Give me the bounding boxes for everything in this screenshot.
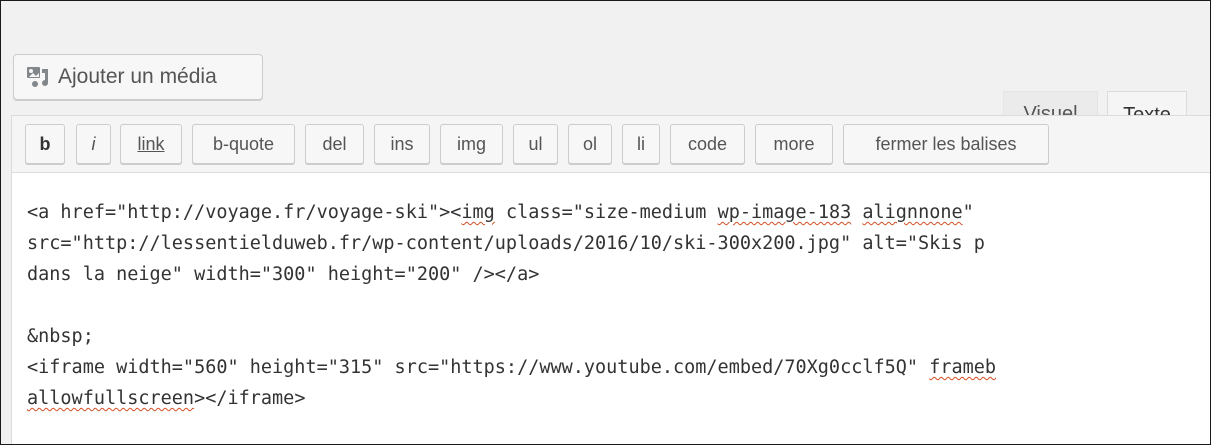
link-button[interactable]: link bbox=[120, 124, 182, 164]
code-text: <a href="http://voyage.fr/voyage-ski">< bbox=[27, 202, 462, 223]
blockquote-button[interactable]: b-quote bbox=[192, 124, 295, 164]
li-button[interactable]: li bbox=[622, 124, 660, 164]
italic-button[interactable]: i bbox=[76, 124, 111, 164]
add-media-button[interactable]: Ajouter un média bbox=[13, 54, 263, 100]
code-button[interactable]: code bbox=[670, 124, 745, 164]
code-text: class="size-medium bbox=[494, 202, 718, 223]
img-button[interactable]: img bbox=[440, 124, 503, 164]
more-button[interactable]: more bbox=[755, 124, 833, 164]
editor-line: <a href="http://voyage.fr/voyage-ski"><i… bbox=[27, 197, 1210, 228]
code-text: ></iframe> bbox=[194, 388, 306, 409]
code-text: <iframe width="560" height="315" src="ht… bbox=[27, 357, 930, 378]
ol-button[interactable]: ol bbox=[568, 124, 612, 164]
ins-button[interactable]: ins bbox=[374, 124, 430, 164]
misspelled-word: allowfullscreen bbox=[27, 388, 195, 409]
del-button[interactable]: del bbox=[305, 124, 364, 164]
html-text-editor[interactable]: <a href="http://voyage.fr/voyage-ski"><i… bbox=[11, 172, 1210, 444]
misspelled-word: img bbox=[461, 202, 495, 223]
ul-button[interactable]: ul bbox=[513, 124, 558, 164]
misspelled-word: wp-image-183 bbox=[717, 202, 852, 223]
editor-window: Ajouter un média Visuel Texte b i link b… bbox=[0, 0, 1211, 445]
add-media-label: Ajouter un média bbox=[58, 65, 217, 88]
misspelled-word: alignnone bbox=[862, 202, 963, 223]
editor-line: dans la neige" width="300" height="200" … bbox=[27, 264, 540, 285]
editor-line: allowfullscreen></iframe> bbox=[27, 383, 1210, 414]
editor-line: src="http://lessentielduweb.fr/wp-conten… bbox=[27, 233, 985, 254]
close-tags-button[interactable]: fermer les balises bbox=[843, 124, 1049, 164]
add-media-icon bbox=[26, 64, 50, 90]
quicktags-toolbar: b i link b-quote del ins img ul ol li co… bbox=[11, 115, 1210, 173]
editor-line: &nbsp; bbox=[27, 326, 94, 347]
editor-line: <iframe width="560" height="315" src="ht… bbox=[27, 352, 1210, 383]
bold-button[interactable]: b bbox=[25, 124, 65, 164]
code-text: " bbox=[962, 202, 974, 223]
misspelled-word: frameb bbox=[929, 357, 997, 378]
